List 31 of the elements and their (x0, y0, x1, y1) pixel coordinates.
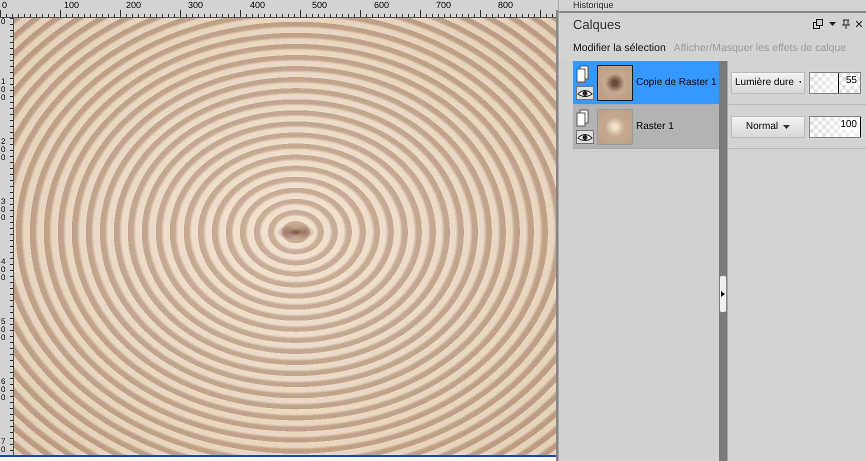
blend-mode-dropdown[interactable]: Normal (731, 116, 805, 138)
splitter-handle[interactable] (719, 275, 727, 313)
ruler-label: 100 (0, 78, 6, 104)
ruler-label: 400 (0, 258, 6, 284)
layer-row[interactable]: Copie de Raster 1 (573, 61, 719, 105)
opacity-slider[interactable]: 55 (809, 72, 861, 94)
layer-thumbnail (597, 108, 633, 144)
ruler-label: 100 (62, 0, 124, 10)
eye-icon[interactable] (576, 86, 594, 100)
close-icon[interactable] (856, 20, 862, 28)
ruler-label: 600 (0, 378, 6, 404)
ruler-label: 800 (496, 0, 558, 10)
ruler-label: 0 (0, 0, 62, 10)
layer-name: Copie de Raster 1 (636, 77, 717, 88)
panel-title: Historique (573, 0, 614, 10)
layer-name: Raster 1 (636, 121, 674, 132)
eye-icon[interactable] (576, 130, 594, 144)
toolbar-button[interactable]: Modifier la sélection (573, 42, 666, 54)
ruler-label: 300 (0, 198, 6, 224)
ruler-label: 70 (0, 438, 6, 455)
ruler-label: 200 (0, 138, 6, 164)
float-icon[interactable] (813, 19, 823, 29)
ruler-label: 0 (0, 18, 6, 28)
pin-icon[interactable] (842, 19, 850, 29)
ruler-label: 500 (0, 318, 6, 344)
opacity-slider[interactable]: 100 (809, 116, 861, 138)
dropdown-icon[interactable] (829, 22, 836, 26)
panel-title: Calques (573, 16, 621, 32)
layer-row[interactable]: Raster 1 (573, 105, 719, 149)
blend-mode-dropdown[interactable]: Lumière dure (731, 72, 805, 94)
layer-thumbnail (597, 64, 633, 100)
